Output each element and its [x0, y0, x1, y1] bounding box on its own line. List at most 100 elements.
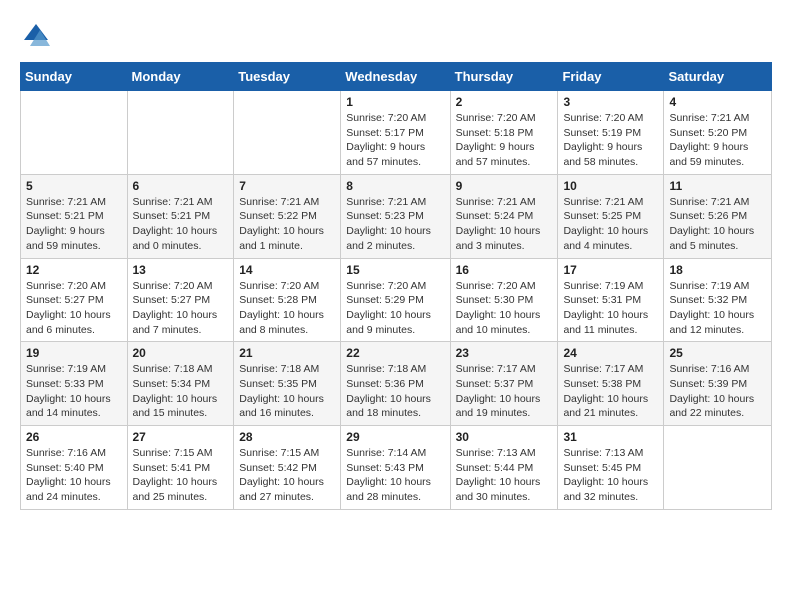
day-info: Sunrise: 7:20 AM Sunset: 5:18 PM Dayligh… — [456, 111, 553, 170]
calendar-day-26: 26 Sunrise: 7:16 AM Sunset: 5:40 PM Dayli… — [21, 426, 128, 510]
day-number: 7 — [239, 179, 335, 193]
calendar-day-6: 6 Sunrise: 7:21 AM Sunset: 5:21 PM Daylig… — [127, 174, 234, 258]
day-number: 31 — [563, 430, 658, 444]
logo — [20, 20, 56, 52]
calendar-day-15: 15 Sunrise: 7:20 AM Sunset: 5:29 PM Dayli… — [341, 258, 450, 342]
calendar-day-1: 1Sunrise: 7:20 AM Sunset: 5:17 PM Daylig… — [341, 91, 450, 175]
day-info: Sunrise: 7:20 AM Sunset: 5:30 PM Dayligh… — [456, 279, 553, 338]
day-number: 2 — [456, 95, 553, 109]
calendar-week-5: 26 Sunrise: 7:16 AM Sunset: 5:40 PM Dayli… — [21, 426, 772, 510]
calendar-day-27: 27 Sunrise: 7:15 AM Sunset: 5:41 PM Dayli… — [127, 426, 234, 510]
calendar-day-8: 8 Sunrise: 7:21 AM Sunset: 5:23 PM Daylig… — [341, 174, 450, 258]
calendar-day-19: 19 Sunrise: 7:19 AM Sunset: 5:33 PM Dayli… — [21, 342, 128, 426]
day-number: 17 — [563, 263, 658, 277]
day-info: Sunrise: 7:15 AM Sunset: 5:42 PM Dayligh… — [239, 446, 335, 505]
day-info: Sunrise: 7:21 AM Sunset: 5:22 PM Dayligh… — [239, 195, 335, 254]
calendar-day-2: 2 Sunrise: 7:20 AM Sunset: 5:18 PM Daylig… — [450, 91, 558, 175]
weekday-header-monday: Monday — [127, 63, 234, 91]
day-info: Sunrise: 7:16 AM Sunset: 5:39 PM Dayligh… — [669, 362, 766, 421]
day-number: 25 — [669, 346, 766, 360]
day-number: 30 — [456, 430, 553, 444]
day-number: 8 — [346, 179, 444, 193]
calendar-week-2: 5 Sunrise: 7:21 AM Sunset: 5:21 PM Daylig… — [21, 174, 772, 258]
day-number: 28 — [239, 430, 335, 444]
day-number: 26 — [26, 430, 122, 444]
day-info: Sunrise: 7:18 AM Sunset: 5:36 PM Dayligh… — [346, 362, 444, 421]
calendar-day-31: 31 Sunrise: 7:13 AM Sunset: 5:45 PM Dayli… — [558, 426, 664, 510]
day-info: Sunrise: 7:15 AM Sunset: 5:41 PM Dayligh… — [133, 446, 229, 505]
day-number: 12 — [26, 263, 122, 277]
day-number: 29 — [346, 430, 444, 444]
weekday-header-tuesday: Tuesday — [234, 63, 341, 91]
weekday-header-row: SundayMondayTuesdayWednesdayThursdayFrid… — [21, 63, 772, 91]
day-number: 23 — [456, 346, 553, 360]
calendar-day-22: 22 Sunrise: 7:18 AM Sunset: 5:36 PM Dayli… — [341, 342, 450, 426]
day-number: 19 — [26, 346, 122, 360]
day-info: Sunrise: 7:20 AM Sunset: 5:27 PM Dayligh… — [133, 279, 229, 338]
day-info: Sunrise: 7:14 AM Sunset: 5:43 PM Dayligh… — [346, 446, 444, 505]
weekday-header-sunday: Sunday — [21, 63, 128, 91]
day-info: Sunrise: 7:20 AM Sunset: 5:29 PM Dayligh… — [346, 279, 444, 338]
day-number: 10 — [563, 179, 658, 193]
day-info: Sunrise: 7:18 AM Sunset: 5:34 PM Dayligh… — [133, 362, 229, 421]
day-info: Sunrise: 7:21 AM Sunset: 5:26 PM Dayligh… — [669, 195, 766, 254]
page: SundayMondayTuesdayWednesdayThursdayFrid… — [0, 0, 792, 530]
day-info: Sunrise: 7:19 AM Sunset: 5:31 PM Dayligh… — [563, 279, 658, 338]
day-info: Sunrise: 7:20 AM Sunset: 5:17 PM Dayligh… — [346, 111, 444, 170]
calendar-day-14: 14Sunrise: 7:20 AM Sunset: 5:28 PM Dayli… — [234, 258, 341, 342]
calendar-day-28: 28 Sunrise: 7:15 AM Sunset: 5:42 PM Dayli… — [234, 426, 341, 510]
day-number: 21 — [239, 346, 335, 360]
calendar-empty-cell — [21, 91, 128, 175]
calendar-empty-cell — [234, 91, 341, 175]
day-number: 22 — [346, 346, 444, 360]
calendar-day-16: 16 Sunrise: 7:20 AM Sunset: 5:30 PM Dayli… — [450, 258, 558, 342]
day-number: 16 — [456, 263, 553, 277]
calendar-day-7: 7 Sunrise: 7:21 AM Sunset: 5:22 PM Daylig… — [234, 174, 341, 258]
day-number: 15 — [346, 263, 444, 277]
calendar-day-25: 25 Sunrise: 7:16 AM Sunset: 5:39 PM Dayli… — [664, 342, 772, 426]
calendar-day-17: 17 Sunrise: 7:19 AM Sunset: 5:31 PM Dayli… — [558, 258, 664, 342]
calendar-day-4: 4Sunrise: 7:21 AM Sunset: 5:20 PM Daylig… — [664, 91, 772, 175]
weekday-header-friday: Friday — [558, 63, 664, 91]
calendar-day-9: 9Sunrise: 7:21 AM Sunset: 5:24 PM Daylig… — [450, 174, 558, 258]
calendar-day-3: 3Sunrise: 7:20 AM Sunset: 5:19 PM Daylig… — [558, 91, 664, 175]
day-info: Sunrise: 7:19 AM Sunset: 5:33 PM Dayligh… — [26, 362, 122, 421]
calendar-day-20: 20 Sunrise: 7:18 AM Sunset: 5:34 PM Dayli… — [127, 342, 234, 426]
calendar-day-13: 13 Sunrise: 7:20 AM Sunset: 5:27 PM Dayli… — [127, 258, 234, 342]
day-info: Sunrise: 7:20 AM Sunset: 5:19 PM Dayligh… — [563, 111, 658, 170]
day-info: Sunrise: 7:21 AM Sunset: 5:25 PM Dayligh… — [563, 195, 658, 254]
day-number: 20 — [133, 346, 229, 360]
calendar-table: SundayMondayTuesdayWednesdayThursdayFrid… — [20, 62, 772, 510]
calendar-day-18: 18Sunrise: 7:19 AM Sunset: 5:32 PM Dayli… — [664, 258, 772, 342]
day-info: Sunrise: 7:21 AM Sunset: 5:21 PM Dayligh… — [26, 195, 122, 254]
day-info: Sunrise: 7:21 AM Sunset: 5:23 PM Dayligh… — [346, 195, 444, 254]
logo-icon — [20, 20, 52, 52]
day-number: 6 — [133, 179, 229, 193]
day-info: Sunrise: 7:21 AM Sunset: 5:20 PM Dayligh… — [669, 111, 766, 170]
day-info: Sunrise: 7:16 AM Sunset: 5:40 PM Dayligh… — [26, 446, 122, 505]
weekday-header-saturday: Saturday — [664, 63, 772, 91]
weekday-header-thursday: Thursday — [450, 63, 558, 91]
day-info: Sunrise: 7:19 AM Sunset: 5:32 PM Dayligh… — [669, 279, 766, 338]
day-info: Sunrise: 7:20 AM Sunset: 5:28 PM Dayligh… — [239, 279, 335, 338]
day-number: 5 — [26, 179, 122, 193]
day-number: 13 — [133, 263, 229, 277]
calendar-day-30: 30 Sunrise: 7:13 AM Sunset: 5:44 PM Dayli… — [450, 426, 558, 510]
calendar-day-10: 10 Sunrise: 7:21 AM Sunset: 5:25 PM Dayli… — [558, 174, 664, 258]
calendar-day-24: 24Sunrise: 7:17 AM Sunset: 5:38 PM Dayli… — [558, 342, 664, 426]
calendar-empty-cell — [127, 91, 234, 175]
calendar-day-23: 23 Sunrise: 7:17 AM Sunset: 5:37 PM Dayli… — [450, 342, 558, 426]
day-info: Sunrise: 7:13 AM Sunset: 5:45 PM Dayligh… — [563, 446, 658, 505]
calendar-empty-cell — [664, 426, 772, 510]
header — [20, 16, 772, 52]
day-number: 27 — [133, 430, 229, 444]
day-number: 11 — [669, 179, 766, 193]
calendar-day-21: 21 Sunrise: 7:18 AM Sunset: 5:35 PM Dayli… — [234, 342, 341, 426]
day-info: Sunrise: 7:21 AM Sunset: 5:21 PM Dayligh… — [133, 195, 229, 254]
day-info: Sunrise: 7:18 AM Sunset: 5:35 PM Dayligh… — [239, 362, 335, 421]
calendar-week-3: 12 Sunrise: 7:20 AM Sunset: 5:27 PM Dayli… — [21, 258, 772, 342]
calendar-day-11: 11 Sunrise: 7:21 AM Sunset: 5:26 PM Dayli… — [664, 174, 772, 258]
calendar-week-1: 1Sunrise: 7:20 AM Sunset: 5:17 PM Daylig… — [21, 91, 772, 175]
day-info: Sunrise: 7:13 AM Sunset: 5:44 PM Dayligh… — [456, 446, 553, 505]
day-info: Sunrise: 7:17 AM Sunset: 5:37 PM Dayligh… — [456, 362, 553, 421]
